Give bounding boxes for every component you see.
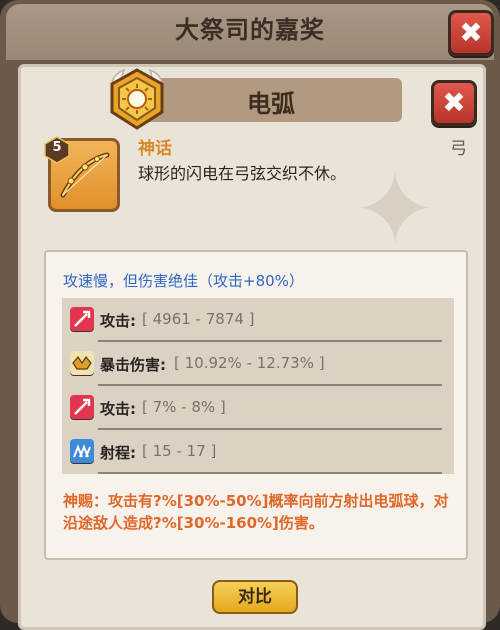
close-button[interactable]: ✖ <box>448 10 494 56</box>
item-name-banner: 电弧 <box>140 78 402 122</box>
stat-range: [ 4961 - 7874 ] <box>142 310 255 328</box>
divine-effect: 神赐：攻击有?%[30%-50%]概率向前方射出电弧球，对沿途敌人造成?%[30… <box>63 492 449 532</box>
attack-icon <box>70 307 94 331</box>
range-icon <box>70 439 94 463</box>
stat-label: 暴击伤害: <box>100 356 166 374</box>
stat-row-crit: 暴击伤害: [ 10.92% - 12.73% ] <box>62 342 454 386</box>
stat-row-attack-percent: 攻击: [ 7% - 8% ] <box>62 386 454 430</box>
attack-icon <box>70 395 94 419</box>
compare-button[interactable]: 对比 <box>212 580 298 614</box>
crit-icon <box>70 351 94 375</box>
rarity-label: 神话 <box>138 139 172 159</box>
stat-row-range: 射程: [ 15 - 17 ] <box>62 430 454 474</box>
close-x-icon: ✖ <box>442 86 466 119</box>
stat-divider <box>98 472 442 474</box>
dialog-frame: 大祭司的嘉奖 ✖ ✦ 电弧 ✖ 5 神话 弓 球形的闪电在弓弦交织不休。 攻速慢… <box>0 0 500 630</box>
passive-effect: 攻速慢，但伤害绝佳（攻击+80%） <box>63 272 304 290</box>
stat-label: 射程: <box>100 444 136 462</box>
stat-label: 攻击: <box>100 400 136 418</box>
close-item-button[interactable]: ✖ <box>431 80 477 126</box>
close-x-icon: ✖ <box>459 16 483 49</box>
stat-label: 攻击: <box>100 312 136 330</box>
item-description: 球形的闪电在弓弦交织不休。 <box>138 164 347 183</box>
weapon-type-label: 弓 <box>450 139 467 159</box>
stat-range: [ 7% - 8% ] <box>142 398 226 416</box>
sun-emblem-icon <box>110 68 164 130</box>
item-name: 电弧 <box>247 90 295 118</box>
window-title: 大祭司的嘉奖 <box>175 16 325 44</box>
stat-range: [ 15 - 17 ] <box>142 442 217 460</box>
stat-row-attack: 攻击: [ 4961 - 7874 ] <box>62 298 454 342</box>
item-level: 5 <box>52 140 62 155</box>
stat-range: [ 10.92% - 12.73% ] <box>174 354 325 372</box>
